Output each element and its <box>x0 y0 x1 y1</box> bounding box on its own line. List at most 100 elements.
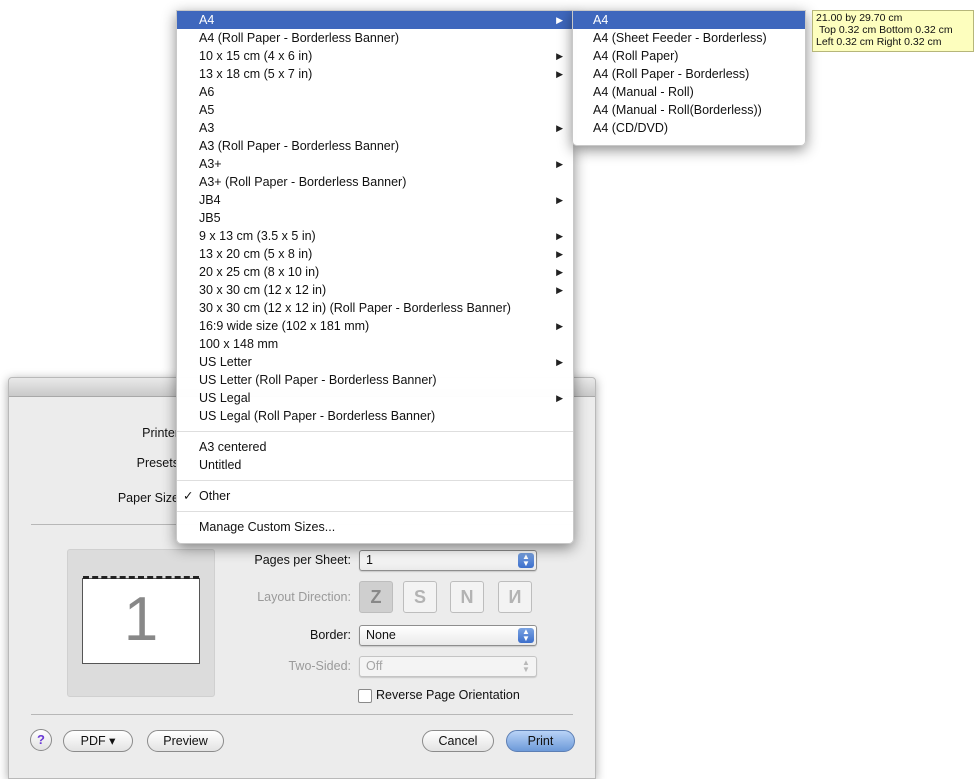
menu-item-label: A4 (Manual - Roll(Borderless)) <box>593 103 762 117</box>
menu-item-label: A6 <box>199 85 215 99</box>
menu-item-paper-size[interactable]: US Letter ▶ <box>177 353 573 371</box>
layout-n-icon[interactable]: N <box>450 581 484 613</box>
menu-item-paper-size[interactable]: 9 x 13 cm (3.5 x 5 in) ▶ <box>177 227 573 245</box>
menu-item-label: 30 x 30 cm (12 x 12 in) (Roll Paper - Bo… <box>199 301 511 315</box>
menu-item-label: 13 x 20 cm (5 x 8 in) <box>199 247 313 261</box>
menu-item-paper-size[interactable]: 100 x 148 mm <box>177 335 573 353</box>
menu-item-label: US Legal (Roll Paper - Borderless Banner… <box>199 409 436 423</box>
menu-item-label: A4 (Sheet Feeder - Borderless) <box>593 31 767 45</box>
menu-separator <box>177 511 573 512</box>
menu-item-label: A5 <box>199 103 215 117</box>
menu-item-label: A3+ (Roll Paper - Borderless Banner) <box>199 175 407 189</box>
menu-item-paper-size[interactable]: US Legal ▶ <box>177 389 573 407</box>
menu-item-custom-size[interactable]: Untitled <box>177 456 573 474</box>
help-button[interactable]: ? <box>30 729 52 751</box>
tooltip-margins-top-bottom: Top 0.32 cm Bottom 0.32 cm <box>819 24 953 36</box>
menu-item-label: A4 (Roll Paper) <box>593 49 679 63</box>
popup-arrows-icon: ▲ ▼ <box>518 553 534 568</box>
reverse-orientation-checkbox[interactable] <box>358 689 372 703</box>
dialog-separator-bottom <box>31 714 573 715</box>
menu-item-paper-size[interactable]: 13 x 18 cm (5 x 7 in) ▶ <box>177 65 573 83</box>
menu-item-label: A4 (Roll Paper - Borderless Banner) <box>199 31 400 45</box>
page-thumbnail: 1 <box>82 576 200 664</box>
tooltip-dimensions: 21.00 by 29.70 cm <box>816 12 903 24</box>
submenu-item-a4-variant[interactable]: A4 (CD/DVD) <box>573 119 805 137</box>
menu-item-custom-size[interactable]: A3 centered <box>177 438 573 456</box>
submenu-arrow-icon: ▶ <box>556 123 563 133</box>
submenu-item-a4-variant[interactable]: A4 (Roll Paper) <box>573 47 805 65</box>
menu-item-label: 16:9 wide size (102 x 181 mm) <box>199 319 370 333</box>
submenu-item-a4-variant[interactable]: A4 (Sheet Feeder - Borderless) <box>573 29 805 47</box>
border-value: None <box>366 628 396 642</box>
menu-item-label: JB5 <box>199 211 221 225</box>
menu-item-paper-size[interactable]: 13 x 20 cm (5 x 8 in) ▶ <box>177 245 573 263</box>
pages-per-sheet-popup[interactable]: 1 ▲ ▼ <box>359 550 537 571</box>
print-button[interactable]: Print <box>506 730 575 752</box>
menu-item-paper-size[interactable]: 30 x 30 cm (12 x 12 in) (Roll Paper - Bo… <box>177 299 573 317</box>
layout-reverse-z-icon[interactable]: S <box>403 581 437 613</box>
menu-item-paper-size[interactable]: A6 <box>177 83 573 101</box>
menu-item-other[interactable]: ✓ Other <box>177 487 573 505</box>
menu-item-paper-size[interactable]: US Legal (Roll Paper - Borderless Banner… <box>177 407 573 425</box>
menu-item-label: US Letter (Roll Paper - Borderless Banne… <box>199 373 437 387</box>
menu-item-paper-size[interactable]: A3 (Roll Paper - Borderless Banner) <box>177 137 573 155</box>
pages-per-sheet-label: Pages per Sheet: <box>254 553 351 567</box>
menu-item-paper-size[interactable]: A4 (Roll Paper - Borderless Banner) <box>177 29 573 47</box>
submenu-arrow-icon: ▶ <box>556 393 563 403</box>
layout-direction-label: Layout Direction: <box>257 590 351 604</box>
menu-separator <box>177 480 573 481</box>
submenu-item-a4-variant[interactable]: A4 (Manual - Roll(Borderless)) <box>573 101 805 119</box>
reverse-orientation-label[interactable]: Reverse Page Orientation <box>376 688 520 702</box>
menu-item-manage-custom-sizes[interactable]: Manage Custom Sizes... <box>177 518 573 536</box>
cancel-button[interactable]: Cancel <box>422 730 494 752</box>
two-sided-label: Two-Sided: <box>288 659 351 673</box>
submenu-item-a4-variant[interactable]: A4 <box>573 11 805 29</box>
submenu-arrow-icon: ▶ <box>556 159 563 169</box>
popup-arrows-icon: ▲ ▼ <box>522 658 530 674</box>
checkmark-icon: ✓ <box>183 489 194 503</box>
layout-reverse-n-icon[interactable]: И <box>498 581 532 613</box>
submenu-arrow-icon: ▶ <box>556 249 563 259</box>
menu-item-label: A4 (Roll Paper - Borderless) <box>593 67 750 81</box>
menu-item-paper-size[interactable]: 10 x 15 cm (4 x 6 in) ▶ <box>177 47 573 65</box>
menu-item-paper-size[interactable]: US Letter (Roll Paper - Borderless Banne… <box>177 371 573 389</box>
popup-arrows-icon: ▲ ▼ <box>518 628 534 643</box>
menu-item-paper-size[interactable]: JB5 <box>177 209 573 227</box>
menu-item-paper-size[interactable]: A3+ ▶ <box>177 155 573 173</box>
pdf-button[interactable]: PDF ▾ <box>63 730 133 752</box>
menu-item-paper-size[interactable]: 20 x 25 cm (8 x 10 in) ▶ <box>177 263 573 281</box>
menu-item-label: A4 <box>593 13 609 27</box>
menu-item-paper-size[interactable]: A3+ (Roll Paper - Borderless Banner) <box>177 173 573 191</box>
submenu-item-a4-variant[interactable]: A4 (Roll Paper - Borderless) <box>573 65 805 83</box>
paper-size-tooltip: 21.00 by 29.70 cm Top 0.32 cm Bottom 0.3… <box>812 10 974 52</box>
custom-size-list: A3 centered Untitled <box>177 438 573 474</box>
menu-item-paper-size[interactable]: A4 ▶ <box>177 11 573 29</box>
submenu-arrow-icon: ▶ <box>556 51 563 61</box>
border-label: Border: <box>310 628 351 642</box>
a4-submenu-list: A4 A4 (Sheet Feeder - Borderless) A4 (Roll… <box>573 11 805 137</box>
menu-item-label: 10 x 15 cm (4 x 6 in) <box>199 49 313 63</box>
menu-item-label: A4 (Manual - Roll) <box>593 85 694 99</box>
menu-item-paper-size[interactable]: JB4 ▶ <box>177 191 573 209</box>
menu-item-label: Untitled <box>199 458 242 472</box>
menu-item-paper-size[interactable]: A5 <box>177 101 573 119</box>
submenu-arrow-icon: ▶ <box>556 357 563 367</box>
page-top-edge-dashes <box>83 576 199 579</box>
submenu-item-a4-variant[interactable]: A4 (Manual - Roll) <box>573 83 805 101</box>
paper-size-label: Paper Size <box>117 491 179 505</box>
menu-item-label: Other <box>199 489 231 503</box>
submenu-arrow-icon: ▶ <box>556 267 563 277</box>
menu-separator <box>177 431 573 432</box>
border-popup[interactable]: None ▲ ▼ <box>359 625 537 646</box>
menu-item-paper-size[interactable]: 16:9 wide size (102 x 181 mm) ▶ <box>177 317 573 335</box>
tooltip-margins-left-right: Left 0.32 cm Right 0.32 cm <box>816 36 942 48</box>
presets-label: Presets <box>136 456 179 470</box>
menu-item-label: A4 (CD/DVD) <box>593 121 669 135</box>
preview-button[interactable]: Preview <box>147 730 224 752</box>
two-sided-popup[interactable]: Off ▲ ▼ <box>359 656 537 677</box>
menu-item-paper-size[interactable]: 30 x 30 cm (12 x 12 in) ▶ <box>177 281 573 299</box>
menu-item-paper-size[interactable]: A3 ▶ <box>177 119 573 137</box>
menu-item-label: 100 x 148 mm <box>199 337 279 351</box>
layout-z-icon[interactable]: Z <box>359 581 393 613</box>
menu-item-label: 20 x 25 cm (8 x 10 in) <box>199 265 320 279</box>
